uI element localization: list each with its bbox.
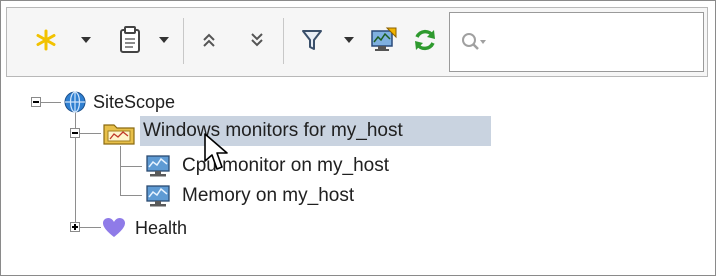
tree-item-memory-monitor[interactable]: Memory on my_host [182, 185, 354, 207]
monitor-icon [146, 185, 170, 207]
folder-icon [103, 124, 135, 145]
globe-icon [64, 91, 86, 113]
tree-item-sitescope[interactable]: SiteScope [93, 91, 175, 113]
heart-icon [103, 218, 125, 237]
tree-item-windows-monitors[interactable]: Windows monitors for my_host [143, 120, 403, 142]
monitor-icon [146, 155, 170, 177]
tree-item-health[interactable]: Health [135, 217, 187, 239]
tree-view: SiteScope Windows monitors for my_host C… [0, 0, 716, 276]
group-collapse-toggle[interactable] [70, 128, 80, 138]
health-expand-toggle[interactable] [70, 222, 80, 232]
root-collapse-toggle[interactable] [31, 97, 41, 107]
mouse-cursor-icon [204, 133, 228, 170]
